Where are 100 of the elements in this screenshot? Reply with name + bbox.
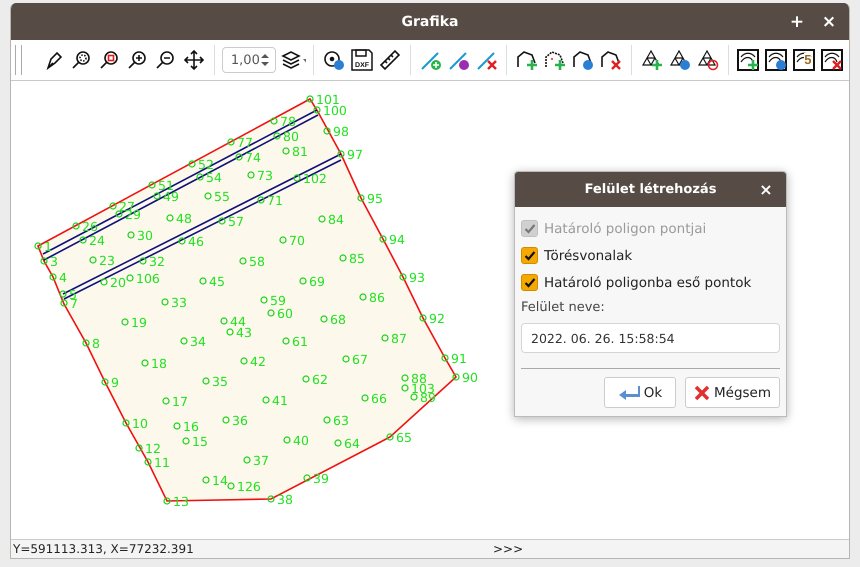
point-label: 52 xyxy=(198,157,214,172)
polygon-add-icon xyxy=(516,49,538,71)
point-marker xyxy=(361,394,369,402)
maximize-button[interactable]: + xyxy=(783,8,811,36)
point-label: 65 xyxy=(396,430,412,445)
point-marker xyxy=(180,337,188,345)
point-marker xyxy=(243,456,251,464)
ok-button[interactable]: Ok xyxy=(604,377,676,408)
point-label: 68 xyxy=(330,312,346,327)
point-marker xyxy=(188,160,196,168)
point-label: 17 xyxy=(172,394,188,409)
point-marker xyxy=(386,433,394,441)
point-label: 35 xyxy=(212,374,228,389)
point-label: 60 xyxy=(277,306,293,321)
checkbox[interactable] xyxy=(521,247,538,264)
point-label: 64 xyxy=(344,436,360,451)
point-query-icon xyxy=(323,49,346,71)
point-marker xyxy=(202,476,210,484)
cross-icon xyxy=(694,384,710,400)
point-label: 14 xyxy=(212,473,228,488)
point-label: 106 xyxy=(136,271,160,286)
point-label: 95 xyxy=(367,191,383,206)
point-marker xyxy=(126,274,134,282)
window-title: Grafika xyxy=(402,14,458,30)
point-marker xyxy=(204,192,212,200)
point-label: 42 xyxy=(250,354,266,369)
point-marker xyxy=(318,215,326,223)
point-marker xyxy=(135,444,143,452)
point-marker xyxy=(220,317,228,325)
point-label: 30 xyxy=(137,228,153,243)
point-marker xyxy=(334,439,342,447)
point-marker xyxy=(153,192,161,200)
point-marker xyxy=(196,173,204,181)
point-marker xyxy=(267,495,275,503)
point-marker xyxy=(379,235,387,243)
point-label: 87 xyxy=(391,331,407,346)
point-marker xyxy=(226,328,234,336)
point-label: 63 xyxy=(333,413,349,428)
point-label: 74 xyxy=(245,150,261,165)
point-label: 77 xyxy=(237,135,253,150)
point-label: 32 xyxy=(149,254,165,269)
dialog-title: Felület létrehozás xyxy=(584,182,716,197)
point-marker xyxy=(121,318,129,326)
point-label: 73 xyxy=(257,168,273,183)
contour-add-icon xyxy=(737,49,760,71)
point-marker xyxy=(199,277,207,285)
point-marker xyxy=(40,257,48,265)
enter-arrow-icon xyxy=(618,384,640,400)
point-marker xyxy=(247,171,255,179)
triangles-add-icon xyxy=(640,49,663,71)
expand-link[interactable]: >>> xyxy=(493,542,524,556)
point-marker xyxy=(303,474,311,482)
point-label: 66 xyxy=(371,391,387,406)
point-marker xyxy=(339,254,347,262)
close-button[interactable]: × xyxy=(756,178,776,200)
point-marker xyxy=(267,309,275,317)
point-marker xyxy=(218,217,226,225)
point-label: 62 xyxy=(312,372,328,387)
point-marker xyxy=(72,222,80,230)
point-label: 9 xyxy=(111,375,119,390)
point-marker xyxy=(227,138,235,146)
point-marker xyxy=(323,127,331,135)
point-label: 37 xyxy=(253,453,269,468)
surface-name-field[interactable]: 2022. 06. 26. 15:58:54 xyxy=(521,323,780,353)
point-label: 97 xyxy=(347,147,363,162)
scale-spinner[interactable]: 1,00 xyxy=(222,47,276,73)
point-marker xyxy=(239,257,247,265)
point-label: 20 xyxy=(110,275,126,290)
ruler-icon xyxy=(378,49,401,71)
point-label: 70 xyxy=(289,233,305,248)
point-label: 67 xyxy=(352,352,368,367)
point-label: 71 xyxy=(267,193,283,208)
point-marker xyxy=(359,293,367,301)
point-label: 94 xyxy=(389,232,405,247)
point-marker xyxy=(342,355,350,363)
surface-number-button[interactable]: 5 xyxy=(791,45,818,75)
point-label: 102 xyxy=(303,171,327,186)
point-label: 41 xyxy=(272,393,288,408)
close-button[interactable]: × xyxy=(815,8,843,36)
point-marker xyxy=(240,357,248,365)
point-marker xyxy=(82,339,90,347)
point-marker xyxy=(101,378,109,386)
point-marker xyxy=(148,181,156,189)
point-marker xyxy=(270,117,278,125)
point-label: 48 xyxy=(176,211,192,226)
contour-icon xyxy=(793,49,816,71)
option-label: Határoló poligon pontjai xyxy=(544,220,706,236)
point-label: 54 xyxy=(206,170,222,185)
toolbar-grip[interactable] xyxy=(15,45,22,75)
surface-number: 5 xyxy=(804,53,812,67)
point-label: 4 xyxy=(59,270,67,285)
checkbox[interactable] xyxy=(521,274,538,291)
point-label: 78 xyxy=(280,114,296,129)
point-label: 126 xyxy=(237,479,261,494)
polygon-points-add-icon xyxy=(544,49,566,71)
point-label: 38 xyxy=(277,492,293,507)
scale-field[interactable]: 1,00 xyxy=(230,52,259,68)
point-marker xyxy=(182,437,190,445)
point-label: 40 xyxy=(293,433,309,448)
cancel-button[interactable]: Mégsem xyxy=(684,377,780,408)
